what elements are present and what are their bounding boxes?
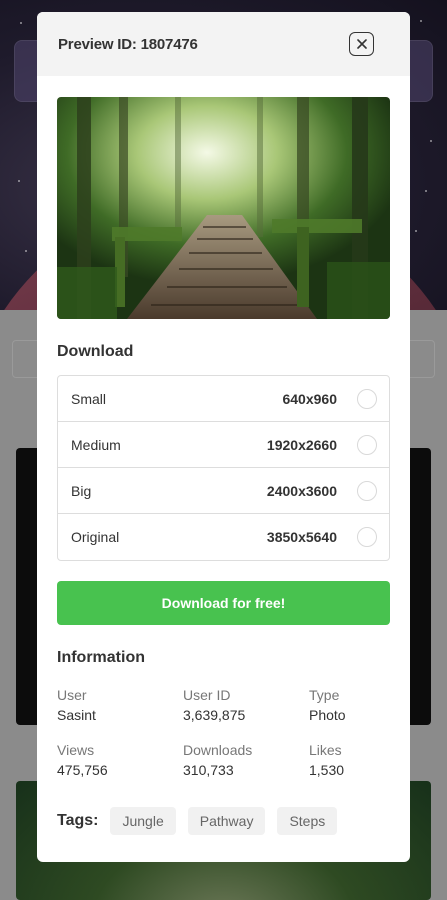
- info-value: Photo: [309, 707, 346, 723]
- info-label: User: [57, 687, 87, 703]
- tag-steps[interactable]: Steps: [277, 807, 338, 835]
- modal-title: Preview ID: 1807476: [58, 35, 198, 53]
- preview-modal: Preview ID: 1807476 Download Small 640x9…: [37, 12, 410, 862]
- info-item-downloads: Downloads 310,733: [183, 742, 309, 778]
- info-value: 310,733: [183, 762, 234, 778]
- info-item-type: Type Photo: [309, 687, 390, 723]
- size-dimensions: 1920x2660: [266, 436, 337, 453]
- size-name: Original: [71, 529, 120, 545]
- size-radio[interactable]: [357, 388, 377, 409]
- close-button[interactable]: [349, 32, 374, 56]
- info-value: Sasint: [57, 707, 96, 723]
- info-value: 3,639,875: [183, 707, 246, 723]
- size-radio[interactable]: [357, 527, 377, 547]
- info-label: Type: [309, 687, 340, 703]
- tags-label: Tags:: [57, 812, 99, 829]
- info-value: 1,530: [309, 762, 345, 778]
- modal-header: Preview ID: 1807476: [37, 12, 410, 76]
- size-name: Medium: [71, 436, 121, 453]
- tag-jungle[interactable]: Jungle: [110, 807, 176, 835]
- size-option-small[interactable]: Small 640x960: [58, 376, 389, 422]
- info-label: Downloads: [183, 742, 253, 758]
- info-label: Views: [57, 742, 95, 758]
- info-item-user-id: User ID 3,639,875: [183, 687, 309, 723]
- information-grid: User Sasint User ID 3,639,875 Type Photo…: [57, 687, 390, 778]
- size-radio[interactable]: [357, 480, 377, 501]
- info-label: Likes: [309, 742, 342, 758]
- size-options: Small 640x960 Medium 1920x2660 Big 2400x…: [57, 375, 390, 561]
- info-item-likes: Likes 1,530: [309, 742, 390, 778]
- tags-row: Tags: Jungle Pathway Steps: [57, 807, 349, 835]
- size-radio[interactable]: [357, 434, 377, 455]
- info-label: User ID: [183, 687, 231, 703]
- size-dimensions: 2400x3600: [266, 482, 337, 499]
- size-name: Small: [71, 390, 107, 407]
- size-option-original[interactable]: Original 3850x5640: [58, 514, 389, 560]
- download-button[interactable]: Download for free!: [57, 581, 390, 625]
- info-value: 475,756: [57, 762, 108, 778]
- download-section-title: Download: [57, 343, 134, 360]
- size-option-big[interactable]: Big 2400x3600: [58, 468, 389, 514]
- info-item-views: Views 475,756: [57, 742, 183, 778]
- size-dimensions: 3850x5640: [266, 529, 337, 545]
- preview-image: [57, 97, 390, 319]
- tag-pathway[interactable]: Pathway: [187, 807, 266, 835]
- information-section-title: Information: [57, 649, 145, 666]
- size-name: Big: [71, 482, 92, 499]
- close-icon: [356, 39, 367, 49]
- info-item-user: User Sasint: [57, 687, 183, 723]
- size-option-medium[interactable]: Medium 1920x2660: [58, 422, 389, 468]
- size-dimensions: 640x960: [282, 390, 337, 407]
